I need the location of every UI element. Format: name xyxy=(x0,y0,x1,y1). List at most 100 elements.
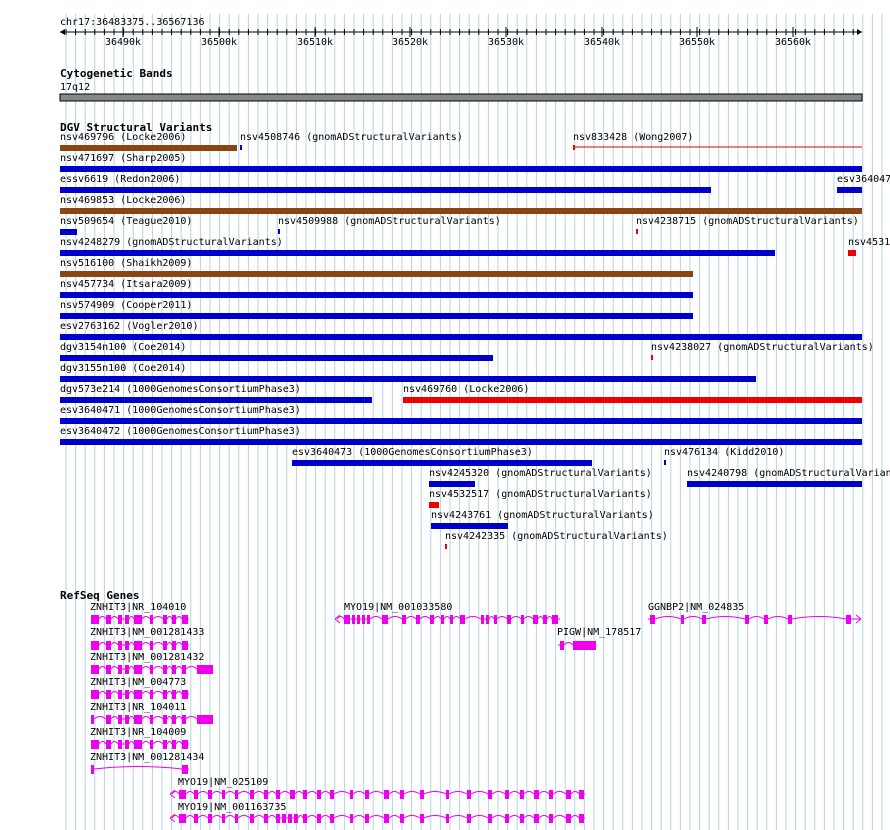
gene-exon[interactable] xyxy=(91,641,99,650)
sv-feature-bar[interactable] xyxy=(60,166,862,172)
gene-exon[interactable] xyxy=(303,790,307,799)
gene-exon[interactable] xyxy=(681,615,684,624)
gene-exon[interactable] xyxy=(179,814,186,823)
gene-exon[interactable] xyxy=(91,665,99,674)
gene-exon[interactable] xyxy=(150,665,153,674)
gene-exon[interactable] xyxy=(288,814,292,823)
gene-exon[interactable] xyxy=(352,615,355,624)
gene-exon[interactable] xyxy=(402,615,406,624)
gene-exon[interactable] xyxy=(182,715,186,724)
gene-exon[interactable] xyxy=(764,615,768,624)
gene-exon[interactable] xyxy=(106,740,111,749)
gene-exon[interactable] xyxy=(420,790,424,799)
gene-exon[interactable] xyxy=(118,665,122,674)
gene-exon[interactable] xyxy=(549,790,553,799)
sv-feature-bar[interactable] xyxy=(278,229,280,234)
gene-exon[interactable] xyxy=(194,790,198,799)
gene-exon[interactable] xyxy=(481,615,484,624)
gene-exon[interactable] xyxy=(106,665,111,674)
sv-feature-bar[interactable] xyxy=(60,271,693,277)
gene-exon[interactable] xyxy=(365,814,369,823)
gene-exon[interactable] xyxy=(208,790,212,799)
sv-feature-bar[interactable] xyxy=(431,523,508,529)
gene-exon[interactable] xyxy=(208,814,212,823)
gene-exon[interactable] xyxy=(182,641,188,650)
sv-feature-bar[interactable] xyxy=(837,187,862,193)
sv-feature-bar[interactable] xyxy=(687,481,862,487)
gene-exon[interactable] xyxy=(441,615,444,624)
gene-exon[interactable] xyxy=(276,790,280,799)
sv-feature-bar[interactable] xyxy=(60,334,862,340)
gene-exon[interactable] xyxy=(505,814,509,823)
gene-exon[interactable] xyxy=(450,615,453,624)
gene-exon[interactable] xyxy=(344,615,350,624)
gene-exon[interactable] xyxy=(172,665,176,674)
gene-exon[interactable] xyxy=(276,814,280,823)
gene-exon[interactable] xyxy=(400,790,404,799)
sv-feature-bar[interactable] xyxy=(429,481,475,487)
gene-exon[interactable] xyxy=(488,790,492,799)
sv-feature-bar[interactable] xyxy=(60,187,711,193)
sv-feature-bar[interactable] xyxy=(292,460,592,466)
gene-exon[interactable] xyxy=(91,740,99,749)
gene-exon[interactable] xyxy=(125,641,129,650)
gene-exon[interactable] xyxy=(172,615,176,624)
gene-exon[interactable] xyxy=(264,790,268,799)
sv-feature-bar[interactable] xyxy=(60,250,775,256)
sv-feature-bar[interactable] xyxy=(848,250,856,256)
gene-exon[interactable] xyxy=(118,641,122,650)
sv-feature-bar[interactable] xyxy=(240,145,242,150)
gene-exon[interactable] xyxy=(362,615,365,624)
gene-exon[interactable] xyxy=(125,615,129,624)
gene-exon[interactable] xyxy=(150,740,153,749)
gene-exon[interactable] xyxy=(330,790,334,799)
gene-exon[interactable] xyxy=(134,615,142,624)
gene-exon[interactable] xyxy=(134,641,142,650)
gene-exon[interactable] xyxy=(118,690,122,699)
gene-exon[interactable] xyxy=(163,690,167,699)
gene-exon[interactable] xyxy=(250,790,254,799)
gene-exon[interactable] xyxy=(533,615,538,624)
gene-exon[interactable] xyxy=(350,790,353,799)
gene-exon[interactable] xyxy=(134,665,142,674)
gene-exon[interactable] xyxy=(182,615,188,624)
gene-exon[interactable] xyxy=(150,690,153,699)
gene-exon[interactable] xyxy=(163,715,167,724)
gene-exon[interactable] xyxy=(125,715,129,724)
gene-exon[interactable] xyxy=(250,814,254,823)
gene-exon[interactable] xyxy=(197,715,213,724)
sv-feature-bar[interactable] xyxy=(60,397,372,403)
gene-exon[interactable] xyxy=(118,715,122,724)
sv-feature-bar[interactable] xyxy=(429,502,439,508)
gene-exon[interactable] xyxy=(430,615,434,624)
gene-exon[interactable] xyxy=(549,814,553,823)
gene-exon[interactable] xyxy=(303,814,307,823)
gene-exon[interactable] xyxy=(290,790,295,799)
gene-exon[interactable] xyxy=(560,641,564,650)
gene-exon[interactable] xyxy=(330,814,334,823)
gene-exon[interactable] xyxy=(106,615,111,624)
gene-exon[interactable] xyxy=(534,790,539,799)
gene-exon[interactable] xyxy=(521,615,524,624)
gene-exon[interactable] xyxy=(172,690,176,699)
gene-exon[interactable] xyxy=(486,615,489,624)
gene-exon[interactable] xyxy=(150,641,153,650)
gene-exon[interactable] xyxy=(134,740,142,749)
gene-exon[interactable] xyxy=(460,615,465,624)
gene-exon[interactable] xyxy=(106,690,111,699)
sv-feature-bar[interactable] xyxy=(60,418,862,424)
gene-exon[interactable] xyxy=(467,790,471,799)
gene-exon[interactable] xyxy=(846,615,851,624)
gene-exon[interactable] xyxy=(150,615,153,624)
gene-exon[interactable] xyxy=(416,615,420,624)
gene-exon[interactable] xyxy=(384,790,389,799)
gene-exon[interactable] xyxy=(172,641,176,650)
gene-exon[interactable] xyxy=(282,814,286,823)
sv-feature-bar[interactable] xyxy=(636,229,638,234)
gene-exon[interactable] xyxy=(91,765,94,774)
gene-exon[interactable] xyxy=(382,615,388,624)
gene-exon[interactable] xyxy=(573,641,596,650)
gene-exon[interactable] xyxy=(507,615,511,624)
gene-exon[interactable] xyxy=(222,814,225,823)
gene-exon[interactable] xyxy=(566,790,571,799)
